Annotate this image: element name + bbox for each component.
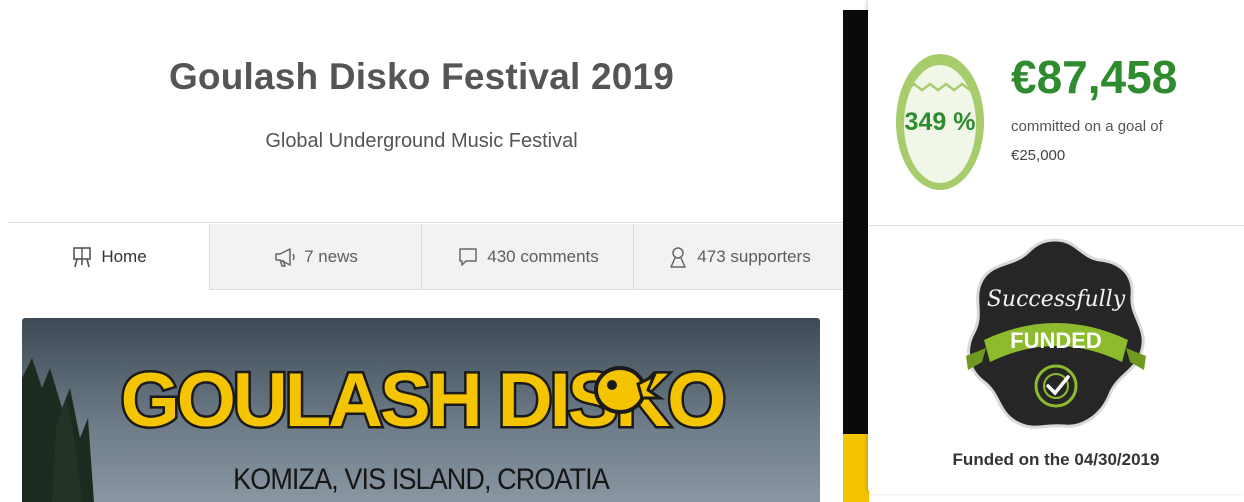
banner-location: KOMIZA, VIS ISLAND, CROATIA [233,463,610,496]
speech-bubble-icon [459,247,477,266]
goulash-disko-logo: GOULASH DISKO [118,356,729,446]
background-strip [843,10,869,502]
badge-script-text: Successfully [987,287,1126,312]
funding-percent: 349 % [904,108,976,136]
successfully-funded-badge: Successfully FUNDED [966,238,1146,429]
project-subtitle: Global Underground Music Festival [265,130,578,152]
tab-label: Home [101,247,147,266]
project-tabs: Home 7 news 430 comments 473 supporters [8,224,843,290]
divider [8,222,843,223]
amount-committed: €87,458 [1011,51,1178,103]
background-strip-accent [843,434,869,502]
person-icon [670,246,687,268]
funding-goal: €25,000 [1011,147,1066,164]
divider [868,225,1244,226]
tab-label: 473 supporters [697,246,811,266]
tab-label: 430 comments [487,246,599,266]
tab-supporters[interactable]: 473 supporters [633,224,843,290]
tab-label: 7 news [304,246,358,266]
project-title: Goulash Disko Festival 2019 [168,56,675,97]
project-header: Goulash Disko Festival 2019 Global Under… [0,0,843,222]
project-banner-image: GOULASH DISKO KOMIZA, VIS ISLAND, CROATI… [22,318,820,502]
tab-comments[interactable]: 430 comments [421,224,633,290]
tab-news[interactable]: 7 news [209,224,421,290]
easel-icon [73,247,92,268]
funded-date: Funded on the 04/30/2019 [952,450,1160,469]
tab-home[interactable]: Home [8,224,209,290]
megaphone-icon [275,247,295,267]
committed-label: committed on a goal of [1011,118,1163,135]
badge-ribbon-text: FUNDED [1010,328,1102,353]
funding-panel: 349 % €87,458 committed on a goal of €25… [868,0,1244,494]
